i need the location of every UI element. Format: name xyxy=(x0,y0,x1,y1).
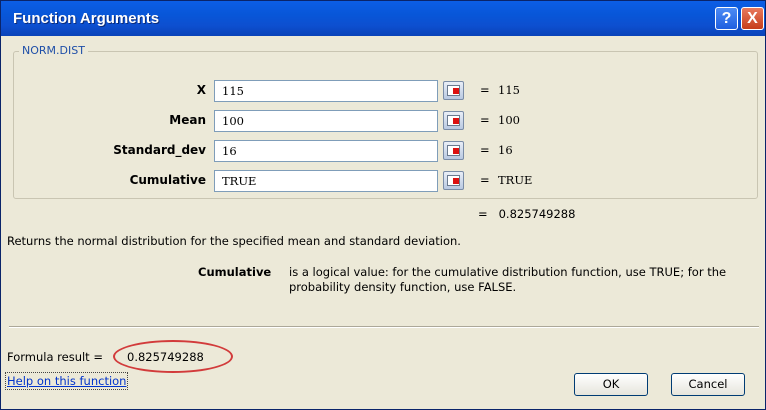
equals-sign: = xyxy=(480,173,490,187)
equals-sign: = xyxy=(480,143,490,157)
collapse-dialog-icon[interactable] xyxy=(443,81,464,100)
function-result-value: 0.825749288 xyxy=(498,207,576,221)
dialog-title: Function Arguments xyxy=(13,10,160,27)
param-help-name: Cumulative xyxy=(198,265,272,279)
help-on-function-link[interactable]: Help on this function xyxy=(4,372,129,390)
arg-input-mean[interactable]: 100 xyxy=(214,110,438,132)
collapse-dialog-icon[interactable] xyxy=(443,141,464,160)
collapse-dialog-icon[interactable] xyxy=(443,171,464,190)
arg-result-cumulative: TRUE xyxy=(498,173,533,187)
collapse-dialog-icon[interactable] xyxy=(443,111,464,130)
arg-label-mean: Mean xyxy=(169,113,206,127)
divider xyxy=(9,326,759,328)
arg-input-cumulative[interactable]: TRUE xyxy=(214,170,438,192)
arg-result-mean: 100 xyxy=(498,113,520,127)
close-button[interactable]: X xyxy=(741,7,764,30)
ok-button[interactable]: OK xyxy=(574,373,648,396)
formula-result-label: Formula result = xyxy=(7,350,103,364)
equals-sign: = xyxy=(478,207,488,221)
arg-label-x: X xyxy=(196,83,206,97)
function-name-label: NORM.DIST xyxy=(19,44,88,57)
highlight-annotation xyxy=(113,340,233,373)
function-description: Returns the normal distribution for the … xyxy=(7,234,461,248)
help-button[interactable]: ? xyxy=(715,7,738,30)
arg-label-cumulative: Cumulative xyxy=(129,173,206,187)
arg-input-standard-dev[interactable]: 16 xyxy=(214,140,438,162)
title-bar[interactable]: Function Arguments ? X xyxy=(1,1,765,36)
cancel-button[interactable]: Cancel xyxy=(671,373,745,396)
equals-sign: = xyxy=(480,83,490,97)
param-help-text: is a logical value: for the cumulative d… xyxy=(289,265,727,294)
equals-sign: = xyxy=(480,113,490,127)
arg-result-x: 115 xyxy=(498,83,520,97)
function-arguments-dialog: Function Arguments ? X NORM.DIST X 115 =… xyxy=(0,0,766,410)
function-result: = 0.825749288 xyxy=(478,207,575,221)
arg-result-standard-dev: 16 xyxy=(498,143,513,157)
arg-label-standard-dev: Standard_dev xyxy=(113,143,206,157)
arg-input-x[interactable]: 115 xyxy=(214,80,438,102)
